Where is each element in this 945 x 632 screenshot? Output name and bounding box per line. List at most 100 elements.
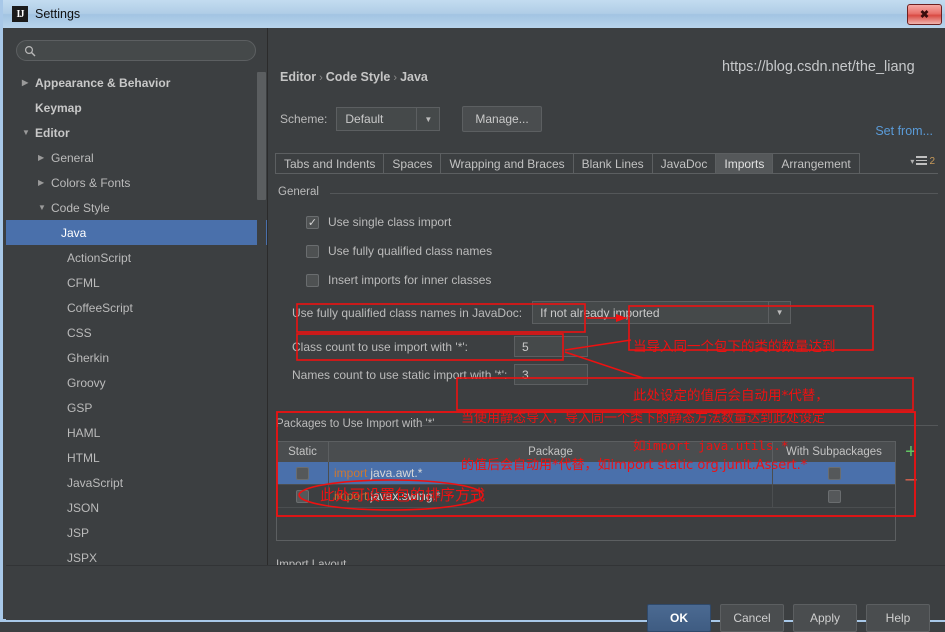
breadcrumb-java[interactable]: Java — [400, 70, 428, 84]
chevron-down-icon[interactable]: ▼ — [22, 128, 35, 137]
tab-tabs-and-indents[interactable]: Tabs and Indents — [275, 153, 384, 174]
close-glyph: ✖ — [919, 9, 930, 21]
breadcrumb-code-style[interactable]: Code Style — [326, 70, 391, 84]
settings-window: IJ Settings ✖ ▶ Appearance & Behavior Keym… — [0, 0, 945, 632]
annotation-note-2-line-2: 的值后会自动用*代替，如import static org.junit.Asse… — [461, 458, 808, 474]
sidebar-item-css[interactable]: CSS — [12, 320, 262, 345]
help-button[interactable]: Help — [866, 604, 930, 632]
sidebar-scrollbar-track[interactable] — [257, 70, 266, 562]
checkbox-icon[interactable] — [296, 466, 309, 480]
checkbox-icon — [306, 244, 319, 258]
sidebar-item-gsp[interactable]: GSP — [12, 395, 262, 420]
apply-button[interactable]: Apply — [793, 604, 857, 632]
ok-button[interactable]: OK — [647, 604, 711, 632]
checkbox-icon — [306, 273, 319, 287]
package-keyword: import — [334, 466, 368, 480]
sidebar-item-coffeescript[interactable]: CoffeeScript — [12, 295, 262, 320]
class-count-row: Class count to use import with '*': 5 — [292, 336, 588, 357]
sidebar-item-colors-fonts[interactable]: ▶ Colors & Fonts — [12, 170, 262, 195]
column-header-static: Static — [277, 442, 329, 462]
sidebar-item-label: GSP — [67, 400, 93, 415]
sidebar-item-label: Editor — [35, 125, 70, 140]
search-input[interactable] — [41, 41, 253, 62]
remove-package-button[interactable]: – — [905, 469, 916, 489]
annotation-note-3: 此处可设置包的排序方式 — [320, 486, 486, 504]
sidebar-item-keymap[interactable]: Keymap — [12, 95, 262, 120]
breadcrumb-separator-1: › — [319, 72, 323, 84]
sidebar-item-label: Gherkin — [67, 350, 110, 365]
checkbox-insert-imports-for-inner-classes[interactable]: Insert imports for inner classes — [306, 273, 491, 287]
chevron-right-icon[interactable]: ▶ — [38, 178, 51, 187]
tab-overflow-count: 2 — [929, 156, 935, 167]
add-package-button[interactable]: + — [905, 442, 917, 462]
annotation-note-2-line-1: 当使用静态导入，导入同一个类下的静态方法数量达到此处设定 — [461, 410, 826, 426]
sidebar-item-json[interactable]: JSON — [12, 495, 262, 520]
scheme-dropdown[interactable]: Default ▼ — [336, 107, 441, 131]
sidebar-item-label: General — [51, 150, 94, 165]
checkbox-label: Insert imports for inner classes — [328, 273, 492, 287]
search-box[interactable] — [16, 40, 256, 62]
checkbox-icon[interactable] — [827, 489, 841, 503]
sidebar-item-label: HAML — [67, 425, 101, 440]
sidebar-item-gherkin[interactable]: Gherkin — [12, 345, 262, 370]
scheme-row: Scheme: Default ▼ Manage... — [280, 106, 542, 132]
settings-tree: ▶ Appearance & Behavior Keymap ▼ Editor ▶ Gene… — [6, 70, 268, 565]
tab-spaces[interactable]: Spaces — [383, 153, 441, 174]
scheme-label: Scheme: — [280, 112, 328, 126]
sidebar-item-code-style[interactable]: ▼ Code Style — [12, 195, 262, 220]
packages-table-buttons: + – — [900, 441, 922, 489]
sidebar-item-jspx[interactable]: JSPX — [12, 545, 262, 565]
sidebar-item-jsp[interactable]: JSP — [12, 520, 262, 545]
tab-imports[interactable]: Imports — [715, 153, 773, 174]
sidebar-item-label: Keymap — [35, 100, 82, 115]
manage-button[interactable]: Manage... — [462, 106, 542, 132]
general-group-rule — [330, 193, 938, 194]
scheme-selected-value: Default — [345, 112, 384, 126]
chevron-right-icon[interactable]: ▶ — [22, 78, 35, 87]
class-count-input[interactable]: 5 — [514, 336, 588, 357]
sidebar-item-editor[interactable]: ▼ Editor — [12, 120, 262, 145]
sidebar-item-label: CoffeeScript — [67, 300, 133, 315]
chevron-down-icon[interactable]: ▼ — [38, 203, 51, 212]
window-titlebar: IJ Settings ✖ — [3, 0, 945, 28]
breadcrumb-editor[interactable]: Editor — [280, 70, 316, 84]
sidebar-item-label: Code Style — [51, 200, 110, 215]
sidebar-item-cfml[interactable]: CFML — [12, 270, 262, 295]
cancel-button[interactable]: Cancel — [720, 604, 784, 632]
sidebar-item-label: Groovy — [67, 375, 106, 390]
sidebar-item-java[interactable]: Java — [6, 220, 268, 245]
dialog-footer: OK Cancel Apply Help — [6, 565, 945, 632]
sidebar-scrollbar-thumb[interactable] — [257, 72, 266, 200]
sidebar-item-html[interactable]: HTML — [12, 445, 262, 470]
list-lines-icon — [916, 156, 928, 167]
checkbox-use-fully-qualified-class-names[interactable]: Use fully qualified class names — [306, 244, 492, 258]
sidebar-item-general[interactable]: ▶ General — [12, 145, 262, 170]
package-name: java.awt.* — [370, 466, 423, 480]
tab-arrangement[interactable]: Arrangement — [772, 153, 860, 174]
breadcrumb-separator-2: › — [393, 72, 398, 84]
tab-blank-lines[interactable]: Blank Lines — [572, 153, 652, 174]
sidebar-item-appearance-behavior[interactable]: ▶ Appearance & Behavior — [12, 70, 262, 95]
tab-javadoc[interactable]: JavaDoc — [651, 153, 716, 174]
sidebar-item-groovy[interactable]: Groovy — [12, 370, 262, 395]
window-title: Settings — [35, 7, 81, 21]
chevron-down-icon: ▾ — [910, 157, 915, 166]
tab-wrapping-and-braces[interactable]: Wrapping and Braces — [440, 153, 573, 174]
chevron-right-icon[interactable]: ▶ — [38, 153, 51, 162]
tab-overflow-control[interactable]: ▾ 2 — [910, 156, 935, 167]
sidebar-item-label: JSP — [67, 525, 90, 540]
class-count-label: Class count to use import with '*': — [292, 339, 468, 354]
general-group-legend: General — [278, 186, 324, 198]
checkbox-icon: ✓ — [306, 215, 319, 229]
javadoc-fqn-label: Use fully qualified class names in JavaD… — [292, 305, 523, 320]
set-from-link[interactable]: Set from... — [875, 124, 933, 138]
sidebar-item-actionscript[interactable]: ActionScript — [12, 245, 262, 270]
checkbox-label: Use fully qualified class names — [328, 244, 493, 258]
sidebar-item-haml[interactable]: HAML — [12, 420, 262, 445]
checkbox-use-single-class-import[interactable]: ✓ Use single class import — [306, 215, 451, 229]
sidebar-item-javascript[interactable]: JavaScript — [12, 470, 262, 495]
sidebar-item-label: JSON — [67, 500, 100, 515]
checkbox-icon[interactable] — [296, 489, 309, 503]
close-icon[interactable]: ✖ — [907, 4, 942, 25]
search-icon — [24, 45, 36, 57]
